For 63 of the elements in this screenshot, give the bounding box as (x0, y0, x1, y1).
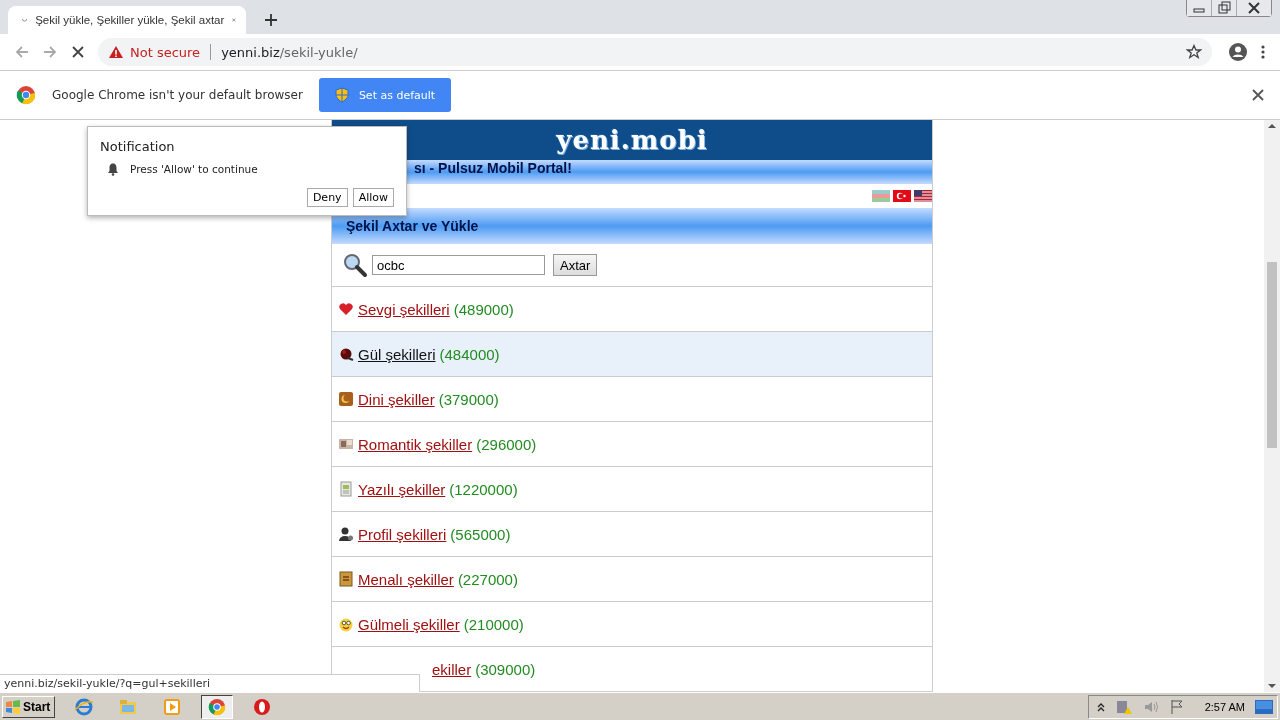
link-status-bar: yenni.biz/sekil-yukle/?q=gul+sekilleri (0, 674, 420, 692)
deny-button[interactable]: Deny (306, 188, 348, 207)
taskbar-button[interactable] (201, 694, 234, 719)
tagline: sı - Pulsuz Mobil Portal! (414, 160, 572, 177)
url-text: yenni.biz/sekil-yukle/ (221, 44, 358, 60)
item-count: (1220000) (449, 480, 518, 498)
category-link[interactable]: Profil şekilleri (358, 525, 447, 543)
flag-icon[interactable] (893, 190, 911, 203)
address-bar[interactable]: Not secure yenni.biz/sekil-yukle/ (98, 38, 1212, 66)
category-link[interactable]: Gül şekilleri (358, 345, 436, 363)
security-label: Not secure (130, 44, 201, 60)
item-count: (484000) (439, 345, 500, 363)
item-count: (227000) (457, 570, 518, 588)
scrollbar[interactable] (1264, 120, 1280, 692)
category-link[interactable]: ekiller (432, 660, 472, 678)
category-link[interactable]: Gülmeli şekiller (358, 615, 460, 633)
search-icon (342, 252, 368, 279)
bell-icon (106, 162, 120, 176)
site-logo[interactable]: yeni.mobi (556, 124, 708, 155)
notification-title: Notification (100, 139, 176, 154)
category-link[interactable]: Romantik şekiller (358, 435, 473, 453)
category-link[interactable]: Yazılı şekiller (358, 480, 446, 498)
item-count: (565000) (450, 525, 511, 543)
set-as-default-button[interactable]: Set as default (318, 78, 452, 112)
item-count: (296000) (476, 435, 537, 453)
tab-title: Şekil yükle, Şekiller yükle, Şekil axtar (35, 14, 225, 26)
section-title: Şekil Axtar ve Yükle (346, 218, 479, 235)
star-icon[interactable] (1186, 44, 1202, 60)
menu-icon[interactable] (1260, 44, 1266, 60)
show-desktop-icon[interactable] (1255, 699, 1273, 714)
loading-spinner-icon (22, 16, 28, 24)
windows-logo-icon (5, 699, 21, 714)
start-button[interactable]: Start (2, 695, 56, 718)
new-tab-icon[interactable] (264, 13, 278, 27)
stop-icon[interactable] (70, 44, 86, 60)
clock: 2:57 AM (1204, 700, 1245, 713)
browser-tab[interactable]: Şekil yükle, Şekiller yükle, Şekil axtar (8, 6, 246, 34)
chevron-up-icon[interactable] (1096, 701, 1105, 712)
search-button[interactable]: Axtar (553, 254, 598, 277)
category-link[interactable]: Sevgi şekilleri (358, 300, 450, 318)
item-count: (379000) (438, 390, 499, 408)
warning-icon (108, 45, 124, 59)
chrome-logo-icon (16, 85, 36, 105)
flag-icon[interactable] (914, 190, 932, 203)
item-count: (309000) (475, 660, 536, 678)
allow-button[interactable]: Allow (352, 188, 394, 207)
notification-message: Press 'Allow' to continue (130, 163, 258, 175)
category-link[interactable]: Dini şekiller (358, 390, 435, 408)
default-browser-message: Google Chrome isn't your default browser (52, 88, 303, 102)
opera-icon[interactable] (253, 697, 272, 716)
category-link[interactable]: Menalı şekiller (358, 570, 454, 588)
restore-icon[interactable] (1211, 0, 1236, 16)
shield-icon (334, 87, 349, 103)
browser-icon[interactable] (75, 697, 94, 716)
scrollbar-thumb[interactable] (1267, 262, 1277, 448)
chrome-logo-icon (208, 697, 227, 716)
account-icon[interactable] (1228, 42, 1248, 62)
close-icon[interactable] (1252, 89, 1264, 101)
minimize-icon[interactable] (1187, 0, 1211, 16)
item-count: (489000) (453, 300, 514, 318)
search-field[interactable]: ocbc (372, 255, 545, 276)
item-count: (210000) (463, 615, 524, 633)
close-icon[interactable] (1236, 0, 1271, 16)
